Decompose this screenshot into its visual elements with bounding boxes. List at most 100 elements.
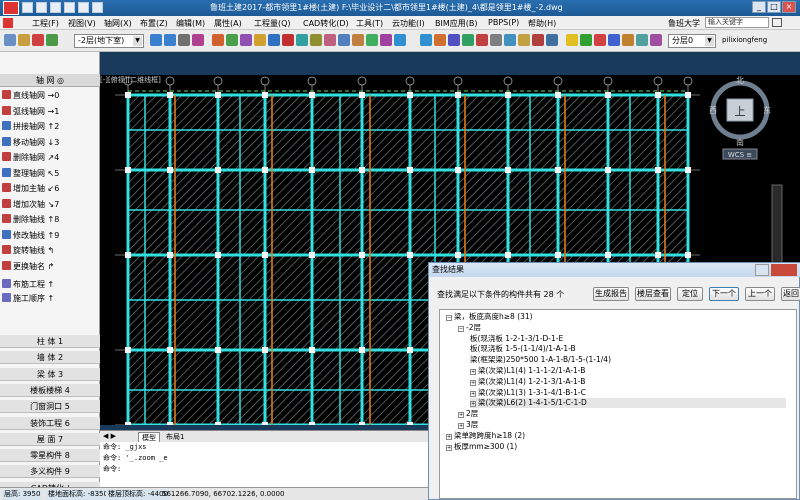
tool-h-icon[interactable] xyxy=(192,34,204,46)
menu-quantity[interactable]: 工程量(Q) xyxy=(254,18,291,29)
next-button[interactable]: 下一个 xyxy=(709,287,739,301)
tree-node[interactable]: 梁(框架梁)250*500 1-A-1-B/1-5-(1-1/4) xyxy=(470,355,611,365)
viewcube[interactable]: 上 北 南 西 东 WCS ≡ xyxy=(705,75,775,160)
open-file-icon[interactable] xyxy=(36,2,47,13)
category-item-5[interactable]: 装饰工程 6 xyxy=(0,416,100,430)
category-item-6[interactable]: 屋 面 7 xyxy=(0,432,100,446)
axis-tool-item-6[interactable]: 增加主轴 ↙6 xyxy=(2,182,98,196)
close-button[interactable]: × xyxy=(782,1,796,13)
tool-p-icon[interactable] xyxy=(310,34,322,46)
expand-icon[interactable]: + xyxy=(458,423,464,429)
menu-help[interactable]: 帮助(H) xyxy=(528,18,556,29)
lightbulb-icon[interactable] xyxy=(566,34,578,46)
axis-tool-item-5[interactable]: 整理轴网 ↖5 xyxy=(2,167,98,181)
tool-x-icon[interactable] xyxy=(434,34,446,46)
menu-cloud[interactable]: 云功能(I) xyxy=(392,18,425,29)
search-input[interactable]: 输入关键字 xyxy=(705,17,769,28)
undo-icon[interactable] xyxy=(64,2,75,13)
tool-al-icon[interactable] xyxy=(650,34,662,46)
expand-icon[interactable]: + xyxy=(446,444,452,451)
tree-node[interactable]: − -2层 xyxy=(458,323,481,333)
tree-node[interactable]: + 板厚mm≥300 (1) xyxy=(446,442,517,452)
category-item-4[interactable]: 门窗洞口 5 xyxy=(0,400,100,414)
locate-button[interactable]: 定位 xyxy=(677,287,703,301)
menu-cad-convert[interactable]: CAD转化(D) xyxy=(303,18,349,29)
menu-view[interactable]: 视图(V) xyxy=(68,18,96,29)
expand-icon[interactable]: + xyxy=(470,401,476,408)
tool-y-icon[interactable] xyxy=(448,34,460,46)
axis-tool-item-2[interactable]: 拼接轴网 ↑2 xyxy=(2,120,98,134)
tool-ag-icon[interactable] xyxy=(580,34,592,46)
tool-k-icon[interactable] xyxy=(240,34,252,46)
redo-icon[interactable] xyxy=(78,2,89,13)
tool-f-icon[interactable] xyxy=(164,34,176,46)
axis-tool-item-9[interactable]: 修改轴线 ↑9 xyxy=(2,229,98,243)
collapse-icon[interactable]: − xyxy=(458,325,464,332)
tool-b-icon[interactable] xyxy=(18,34,30,46)
menu-pbps[interactable]: PBPS(P) xyxy=(488,18,519,27)
expand-icon[interactable]: + xyxy=(470,379,476,386)
tree-node[interactable]: +3层 xyxy=(458,420,478,430)
lp-more-item-1[interactable]: 施工顺序 ↑ xyxy=(2,292,98,306)
tool-ab-icon[interactable] xyxy=(490,34,502,46)
menu-tools[interactable]: 工具(T) xyxy=(356,18,383,29)
generate-report-button[interactable]: 生成报告 xyxy=(593,287,629,301)
tool-ak-icon[interactable] xyxy=(636,34,648,46)
tool-n-icon[interactable] xyxy=(282,34,294,46)
axis-tool-item-0[interactable]: 直线轴网 →0 xyxy=(2,89,98,103)
menu-edit[interactable]: 编辑(M) xyxy=(176,18,205,29)
tool-ai-icon[interactable] xyxy=(608,34,620,46)
tool-t-icon[interactable] xyxy=(366,34,378,46)
category-item-2[interactable]: 梁 体 3 xyxy=(0,367,100,381)
axis-tool-item-8[interactable]: 删除轴线 ↑8 xyxy=(2,213,98,227)
collapse-icon[interactable]: − xyxy=(446,315,452,321)
tree-node[interactable]: + 梁(次梁)L6(2) 1-4-1-5/1-C-1-D xyxy=(470,398,786,409)
axis-tool-item-4[interactable]: 删除轴网 ↗4 xyxy=(2,151,98,165)
tool-e-icon[interactable] xyxy=(150,34,162,46)
cmd-line-2[interactable]: 命令: xyxy=(100,464,430,475)
previous-button[interactable]: 上一个 xyxy=(745,287,775,301)
category-item-8[interactable]: 多义构件 9 xyxy=(0,465,100,479)
tree-node[interactable]: + 梁(次梁)L1(4) 1-2-1-3/1-A-1-B xyxy=(470,377,585,387)
tool-c-icon[interactable] xyxy=(32,34,44,46)
dialog-minimize-button[interactable] xyxy=(755,264,769,276)
tool-u-icon[interactable] xyxy=(380,34,392,46)
tool-a-icon[interactable] xyxy=(4,34,16,46)
new-file-icon[interactable] xyxy=(22,2,33,13)
lp-more-item-0[interactable]: 布筋工程 ↑ xyxy=(2,278,98,292)
tree-node[interactable]: + 梁(次梁)L1(4) 1-1-1-2/1-A-1-B xyxy=(470,366,585,376)
category-item-1[interactable]: 墙 体 2 xyxy=(0,351,100,365)
tool-d-icon[interactable] xyxy=(46,34,58,46)
floor-view-button[interactable]: 楼层查看 xyxy=(635,287,671,301)
category-item-0[interactable]: 柱 体 1 xyxy=(0,335,100,348)
tool-m-icon[interactable] xyxy=(268,34,280,46)
command-line[interactable]: 命令: _gjxs 命令: '_.zoom _e 命令: xyxy=(100,442,430,487)
layer-select[interactable]: 分层0 ▼ xyxy=(668,34,716,48)
minimize-button[interactable]: _ xyxy=(752,1,766,13)
tool-j-icon[interactable] xyxy=(226,34,238,46)
print-icon[interactable] xyxy=(92,2,103,13)
tool-r-icon[interactable] xyxy=(338,34,350,46)
expand-icon[interactable]: + xyxy=(458,412,464,419)
tool-q-icon[interactable] xyxy=(324,34,336,46)
expand-icon[interactable]: + xyxy=(446,433,452,440)
tab-layout1[interactable]: 布局1 xyxy=(166,432,184,442)
axis-tool-item-1[interactable]: 弧线轴网 →1 xyxy=(2,105,98,119)
tool-v-icon[interactable] xyxy=(394,34,406,46)
tree-node[interactable]: +2层 xyxy=(458,409,478,419)
tool-ad-icon[interactable] xyxy=(518,34,530,46)
tool-ah-icon[interactable] xyxy=(594,34,606,46)
tree-node[interactable]: + 梁(次梁)L1(3) 1-3-1-4/1-B-1-C xyxy=(470,388,586,398)
tree-node[interactable]: + 梁单跨跨度h≥18 (2) xyxy=(446,431,525,441)
dialog-close-button[interactable] xyxy=(771,264,797,276)
tool-l-icon[interactable] xyxy=(254,34,266,46)
tool-af-icon[interactable] xyxy=(546,34,558,46)
axis-panel-header[interactable]: 轴 网 ◎ xyxy=(0,74,100,87)
axis-tool-item-7[interactable]: 增加次轴 ↘7 xyxy=(2,198,98,212)
menu-project[interactable]: 工程(F) xyxy=(32,18,59,29)
axis-tool-item-11[interactable]: 更换轴名 ↱ xyxy=(2,260,98,274)
category-item-3[interactable]: 楼板楼梯 4 xyxy=(0,383,100,397)
expand-icon[interactable]: + xyxy=(470,390,476,397)
tool-ac-icon[interactable] xyxy=(504,34,516,46)
menu-bim[interactable]: BIM应用(B) xyxy=(435,18,477,29)
